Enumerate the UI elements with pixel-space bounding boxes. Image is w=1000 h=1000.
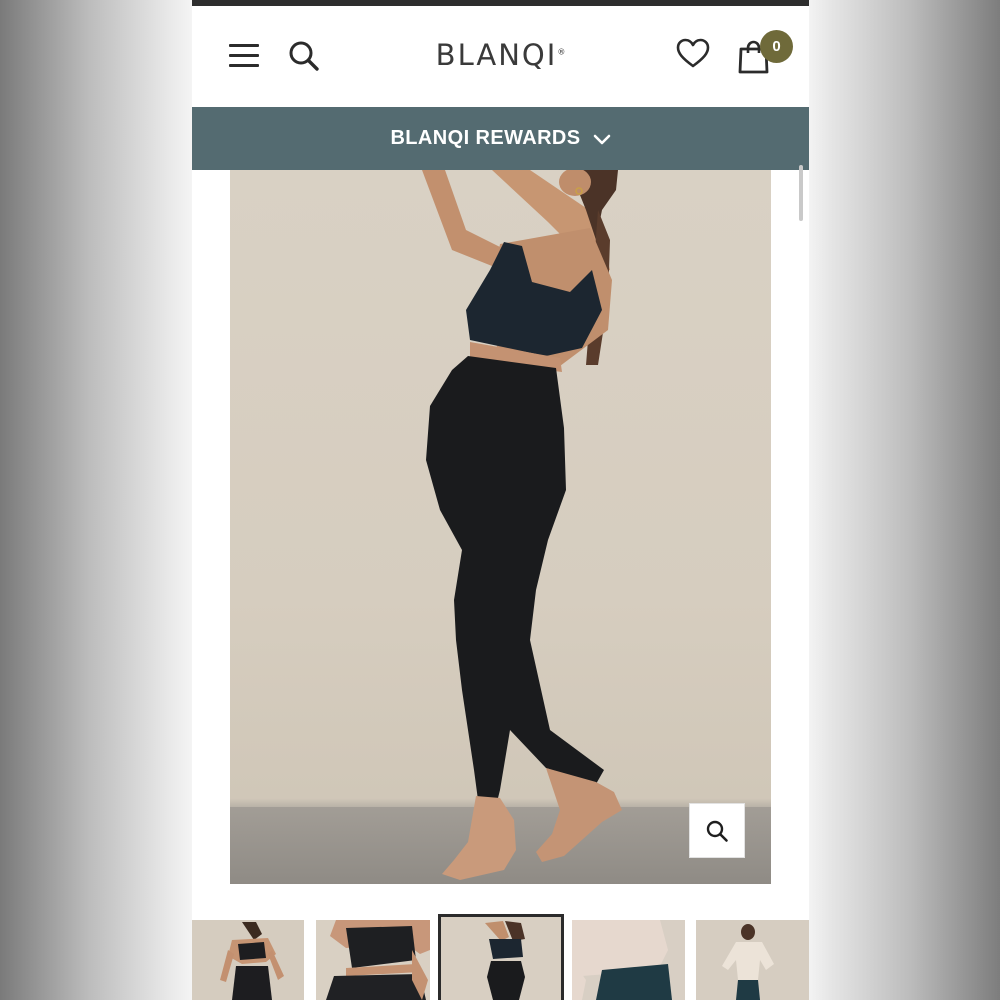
thumbnail-1[interactable] bbox=[192, 920, 304, 1000]
thumbnail-strip bbox=[192, 914, 809, 1000]
thumbnail-2[interactable] bbox=[316, 920, 430, 1000]
thumbnail-2-image bbox=[326, 920, 430, 1000]
site-header: BLANQI® 0 bbox=[192, 6, 809, 107]
product-main-image[interactable] bbox=[230, 170, 771, 884]
zoom-button[interactable] bbox=[689, 803, 745, 858]
logo-trademark: ® bbox=[557, 47, 566, 57]
heart-icon[interactable] bbox=[676, 38, 710, 70]
thumbnail-5-image bbox=[722, 924, 774, 1000]
scrollbar[interactable] bbox=[799, 165, 803, 221]
cart-count-badge: 0 bbox=[760, 30, 793, 63]
mobile-page: BLANQI® 0 BLANQI REWARDS bbox=[192, 0, 809, 1000]
thumbnail-5[interactable] bbox=[696, 920, 809, 1000]
rewards-label: BLANQI REWARDS bbox=[390, 127, 581, 149]
thumbnail-4-image bbox=[572, 920, 672, 1000]
thumbnail-3-image bbox=[485, 921, 525, 1000]
rewards-banner[interactable]: BLANQI REWARDS bbox=[192, 107, 809, 170]
zoom-search-icon bbox=[706, 820, 728, 842]
chevron-down-icon bbox=[593, 134, 610, 144]
site-logo[interactable]: BLANQI® bbox=[192, 38, 809, 72]
logo-text: BLANQI bbox=[435, 38, 558, 72]
thumbnail-1-image bbox=[220, 922, 284, 1000]
thumbnail-4[interactable] bbox=[572, 920, 685, 1000]
thumbnail-3[interactable] bbox=[438, 914, 564, 1000]
model-figure bbox=[422, 170, 622, 880]
